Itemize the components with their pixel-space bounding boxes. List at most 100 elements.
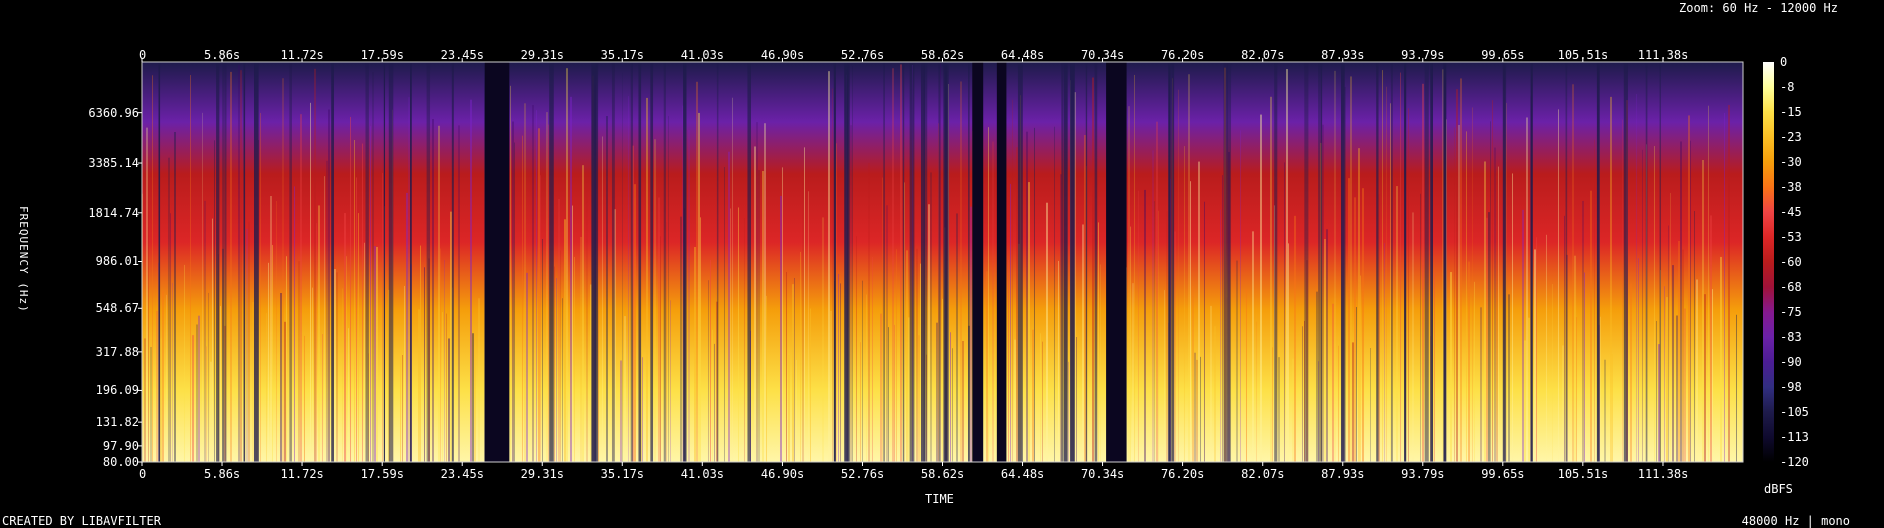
spectrogram-texture-stripe [1396, 186, 1398, 462]
spectrogram-texture-stripe [1042, 341, 1043, 462]
spectrogram-texture-stripe [670, 300, 671, 462]
x-tick-label: 82.07s [1241, 48, 1285, 62]
x-tick-label: 111.38s [1637, 467, 1689, 481]
x-tick-label: 46.90s [760, 467, 805, 481]
spectrogram-texture-stripe [710, 260, 711, 462]
spectrogram-texture-stripe [304, 335, 305, 462]
spectrogram-texture-stripe [1252, 231, 1254, 462]
spectrogram-texture-stripe [444, 260, 445, 462]
spectrogram-texture-stripe [268, 262, 269, 462]
spectrogram-quiet-stripe [747, 62, 751, 462]
spectrogram-texture-stripe [642, 357, 643, 462]
spectrogram-texture-stripe [370, 126, 371, 463]
spectrogram-texture-stripe [942, 298, 943, 462]
spectrogram-texture-stripe [192, 335, 194, 462]
spectrogram-texture-stripe [830, 310, 832, 462]
colorbar-tick-label: -38 [1780, 180, 1802, 194]
spectrogram-texture-stripe [1326, 229, 1328, 462]
spectrogram-texture-stripe [172, 282, 173, 462]
spectrogram-quiet-stripe [410, 62, 412, 462]
spectrogram-texture-stripe [524, 103, 526, 463]
spectrogram-quiet-stripe [1424, 62, 1429, 462]
spectrogram-texture-stripe [940, 63, 941, 462]
spectrogram-texture-stripe [928, 204, 930, 462]
spectrogram-texture-stripe [1214, 326, 1216, 462]
spectrogram-texture-stripe [1236, 260, 1238, 462]
spectrogram-texture-stripe [1480, 307, 1482, 462]
spectrogram-texture-stripe [562, 298, 563, 462]
spectrogram-quiet-stripe [683, 62, 687, 462]
spectrogram-texture-stripe [724, 167, 725, 462]
spectrogram-texture-stripe [1058, 260, 1059, 462]
spectrogram-texture-stripe [1324, 238, 1326, 462]
x-tick-label: 35.17s [600, 467, 645, 481]
spectrogram-texture-stripe [1454, 127, 1455, 462]
spectrogram-quiet-stripe [243, 62, 246, 462]
spectrogram-texture-stripe [780, 195, 782, 462]
spectrogram-texture-stripe [1008, 259, 1009, 462]
spectrogram-texture-stripe [624, 316, 626, 462]
spectrogram-texture-stripe [198, 315, 200, 462]
spectrogram-quiet-stripe [158, 62, 161, 462]
spectrogram-texture-stripe [808, 191, 809, 462]
spectrogram-texture-stripe [566, 68, 568, 462]
colorbar-tick-label: -15 [1780, 105, 1802, 119]
spectrogram-texture-stripe [324, 176, 325, 463]
spectrogram-texture-stripe [572, 205, 573, 462]
spectrogram-texture-stripe [1688, 115, 1690, 463]
spectrogram-texture-stripe [1034, 127, 1035, 463]
spectrogram-texture-stripe [440, 248, 441, 462]
spectrogram-figure [138, 58, 1774, 466]
spectrogram-texture-stripe [822, 217, 824, 462]
spectrogram-texture-stripe [1400, 72, 1401, 462]
spectrogram-texture-stripe [362, 143, 363, 462]
spectrogram-quiet-stripe [383, 62, 386, 462]
spectrogram-quiet-stripe [1596, 62, 1600, 462]
spectrogram-texture-stripe [510, 85, 511, 462]
x-tick-label: 52.76s [840, 467, 885, 481]
x-tick-label: 82.07s [1241, 467, 1285, 481]
spectrogram-texture-stripe [260, 112, 261, 463]
spectrogram-texture-stripe [1132, 283, 1134, 462]
spectrogram-texture-stripe [1496, 173, 1498, 463]
spectrogram-quiet-stripe [388, 62, 394, 462]
spectrogram-texture-stripe [282, 78, 284, 462]
spectrogram-texture-stripe [758, 170, 760, 463]
spectrogram-texture-stripe [1522, 209, 1524, 462]
spectrogram-texture-stripe [1702, 160, 1704, 462]
spectrogram-quiet-stripe [630, 62, 633, 462]
spectrogram-texture-stripe [1068, 361, 1069, 462]
spectrogram-texture-stripe [832, 88, 833, 462]
spectrogram-texture-stripe [1356, 306, 1357, 462]
spectrogram-quiet-stripe [1404, 62, 1407, 462]
spectrogram-texture-stripe [786, 271, 787, 462]
x-tick-label: 99.65s [1481, 48, 1525, 62]
x-tick-label: 64.48s [1000, 48, 1045, 62]
spectrogram-texture-stripe [1536, 237, 1537, 462]
spectrogram-texture-stripe [582, 165, 584, 462]
spectrogram-texture-stripe [346, 256, 347, 462]
spectrogram-texture-stripe [1672, 265, 1674, 462]
spectrogram-texture-stripe [856, 236, 857, 462]
x-tick-label: 5.86s [204, 467, 241, 481]
spectrogram-texture-stripe [952, 348, 953, 462]
spectrogram-texture-stripe [432, 119, 434, 463]
spectrogram-texture-stripe [1506, 102, 1507, 463]
spectrogram-texture-stripe [1210, 305, 1212, 462]
colorbar-tick-label: -98 [1780, 380, 1802, 394]
spectrogram-texture-stripe [1360, 275, 1361, 462]
x-tick-label: 5.86s [204, 48, 241, 62]
spectrogram-texture-stripe [204, 200, 206, 462]
spectrogram-quiet-stripe [331, 62, 334, 462]
spectrogram-texture-stripe [1154, 201, 1155, 462]
spectrogram-texture-stripe [1720, 256, 1722, 462]
spectrogram-texture-stripe [1204, 201, 1205, 462]
spectrogram-texture-stripe [1488, 212, 1490, 462]
audio-info-label: 48000 Hz | mono [1741, 514, 1850, 528]
y-axis-title: FREQUENCY (Hz) [17, 206, 30, 313]
spectrogram-texture-stripe [620, 360, 622, 462]
spectrogram-texture-stripe [342, 288, 343, 462]
spectrogram-texture-stripe [1678, 240, 1680, 462]
spectrogram-texture-stripe [688, 130, 690, 462]
spectrogram-quiet-stripe [1318, 62, 1320, 462]
